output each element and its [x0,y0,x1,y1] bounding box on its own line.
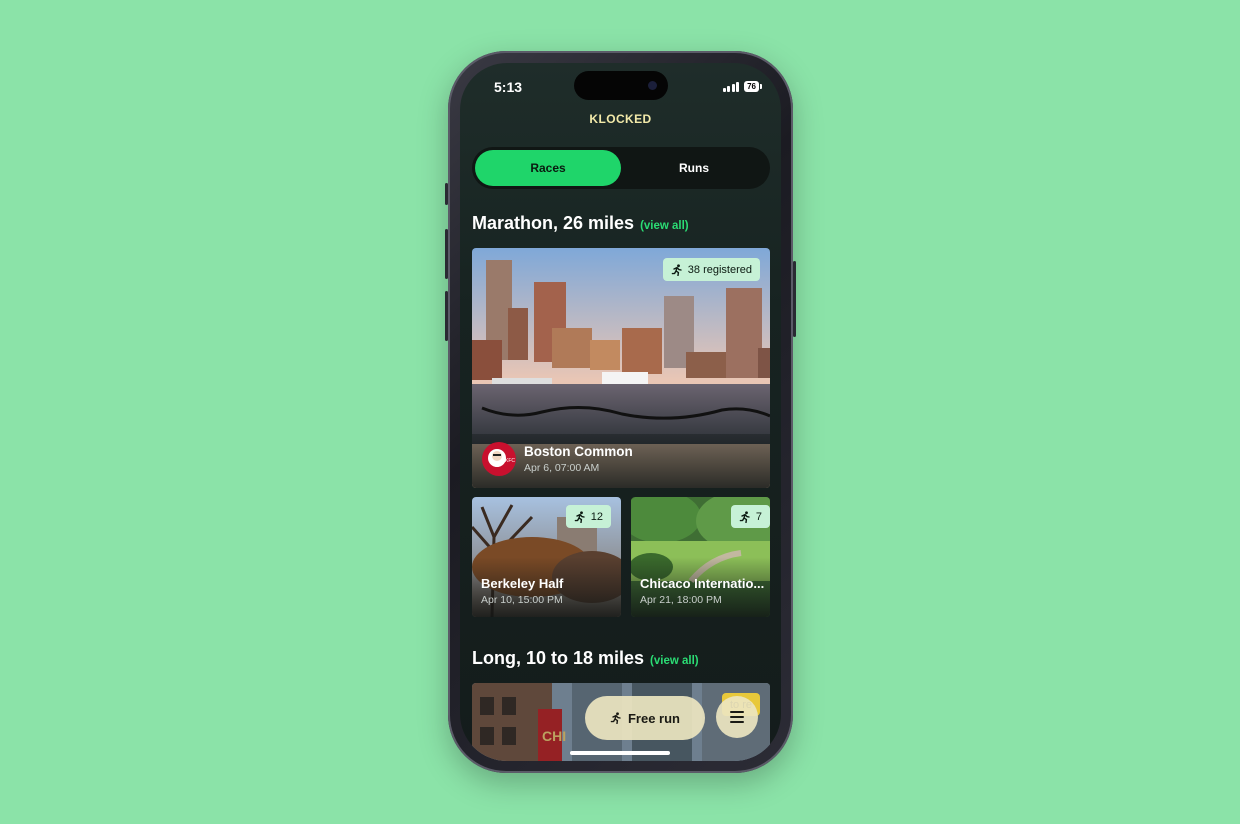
section-title-long: Long, 10 to 18 miles (view all) [472,648,699,669]
signal-icon [722,81,740,92]
registered-badge: 7 [730,505,770,528]
registered-count: 12 [590,510,603,523]
camera-icon [648,81,657,90]
sponsor-logo: KFC [482,442,516,476]
race-info: Chicaco Internatio... Apr 21, 18:00 PM [631,576,770,617]
view-all-link[interactable]: (view all) [650,655,699,667]
race-card[interactable]: 7 Chicaco Internatio... Apr 21, 18:00 PM [631,497,770,617]
menu-button[interactable] [716,696,758,738]
runner-icon [671,263,682,276]
registered-badge: 12 [565,505,611,528]
runner-icon [610,712,621,724]
race-name: Berkeley Half [481,576,564,591]
hamburger-menu-icon [730,711,744,713]
section-heading: Marathon, 26 miles [472,213,635,233]
race-name: Chicaco Internatio... [640,576,765,591]
app-title: KLOCKED [589,112,652,126]
runner-icon [574,510,585,523]
race-date: Apr 10, 15:00 PM [481,594,563,606]
view-all-link[interactable]: (view all) [640,220,689,232]
volume-down-button [445,291,448,341]
home-indicator[interactable] [570,751,670,755]
race-card[interactable]: 12 Berkeley Half Apr 10, 15:00 PM [472,497,621,617]
phone-frame: 5:13 76 KLOCKED Races Runs Marathon, 26 … [445,51,796,773]
registered-count: 38 registered [687,263,752,276]
runner-icon [739,510,750,523]
tab-races[interactable]: Races [475,150,621,186]
battery-icon: 76 [744,81,762,92]
registered-count: 7 [755,510,762,523]
featured-race-card[interactable]: 38 registered KFC Boston Common Apr 6, 0… [472,248,770,488]
status-time: 5:13 [494,79,523,95]
race-date: Apr 21, 18:00 PM [640,594,722,606]
app-screen: 5:13 76 KLOCKED Races Runs Marathon, 26 … [460,63,781,761]
sponsor-logo-text: KFC [505,458,515,464]
status-indicators: 76 [722,81,762,92]
free-run-button[interactable]: Free run [585,696,705,740]
tab-runs[interactable]: Runs [621,150,767,186]
power-button [793,261,796,337]
section-heading: Long, 10 to 18 miles [472,648,645,668]
dynamic-island [574,71,668,100]
races-runs-toggle: Races Runs [472,147,770,189]
race-name: Boston Common [524,444,633,459]
race-date: Apr 6, 07:00 AM [524,462,600,474]
featured-info: KFC Boston Common Apr 6, 07:00 AM [472,442,770,488]
free-run-label: Free run [627,710,680,726]
registered-badge: 38 registered [662,258,760,281]
volume-up-button [445,229,448,279]
race-info: Berkeley Half Apr 10, 15:00 PM [472,576,621,617]
section-title-marathon: Marathon, 26 miles (view all) [472,213,689,234]
action-button [445,183,448,205]
